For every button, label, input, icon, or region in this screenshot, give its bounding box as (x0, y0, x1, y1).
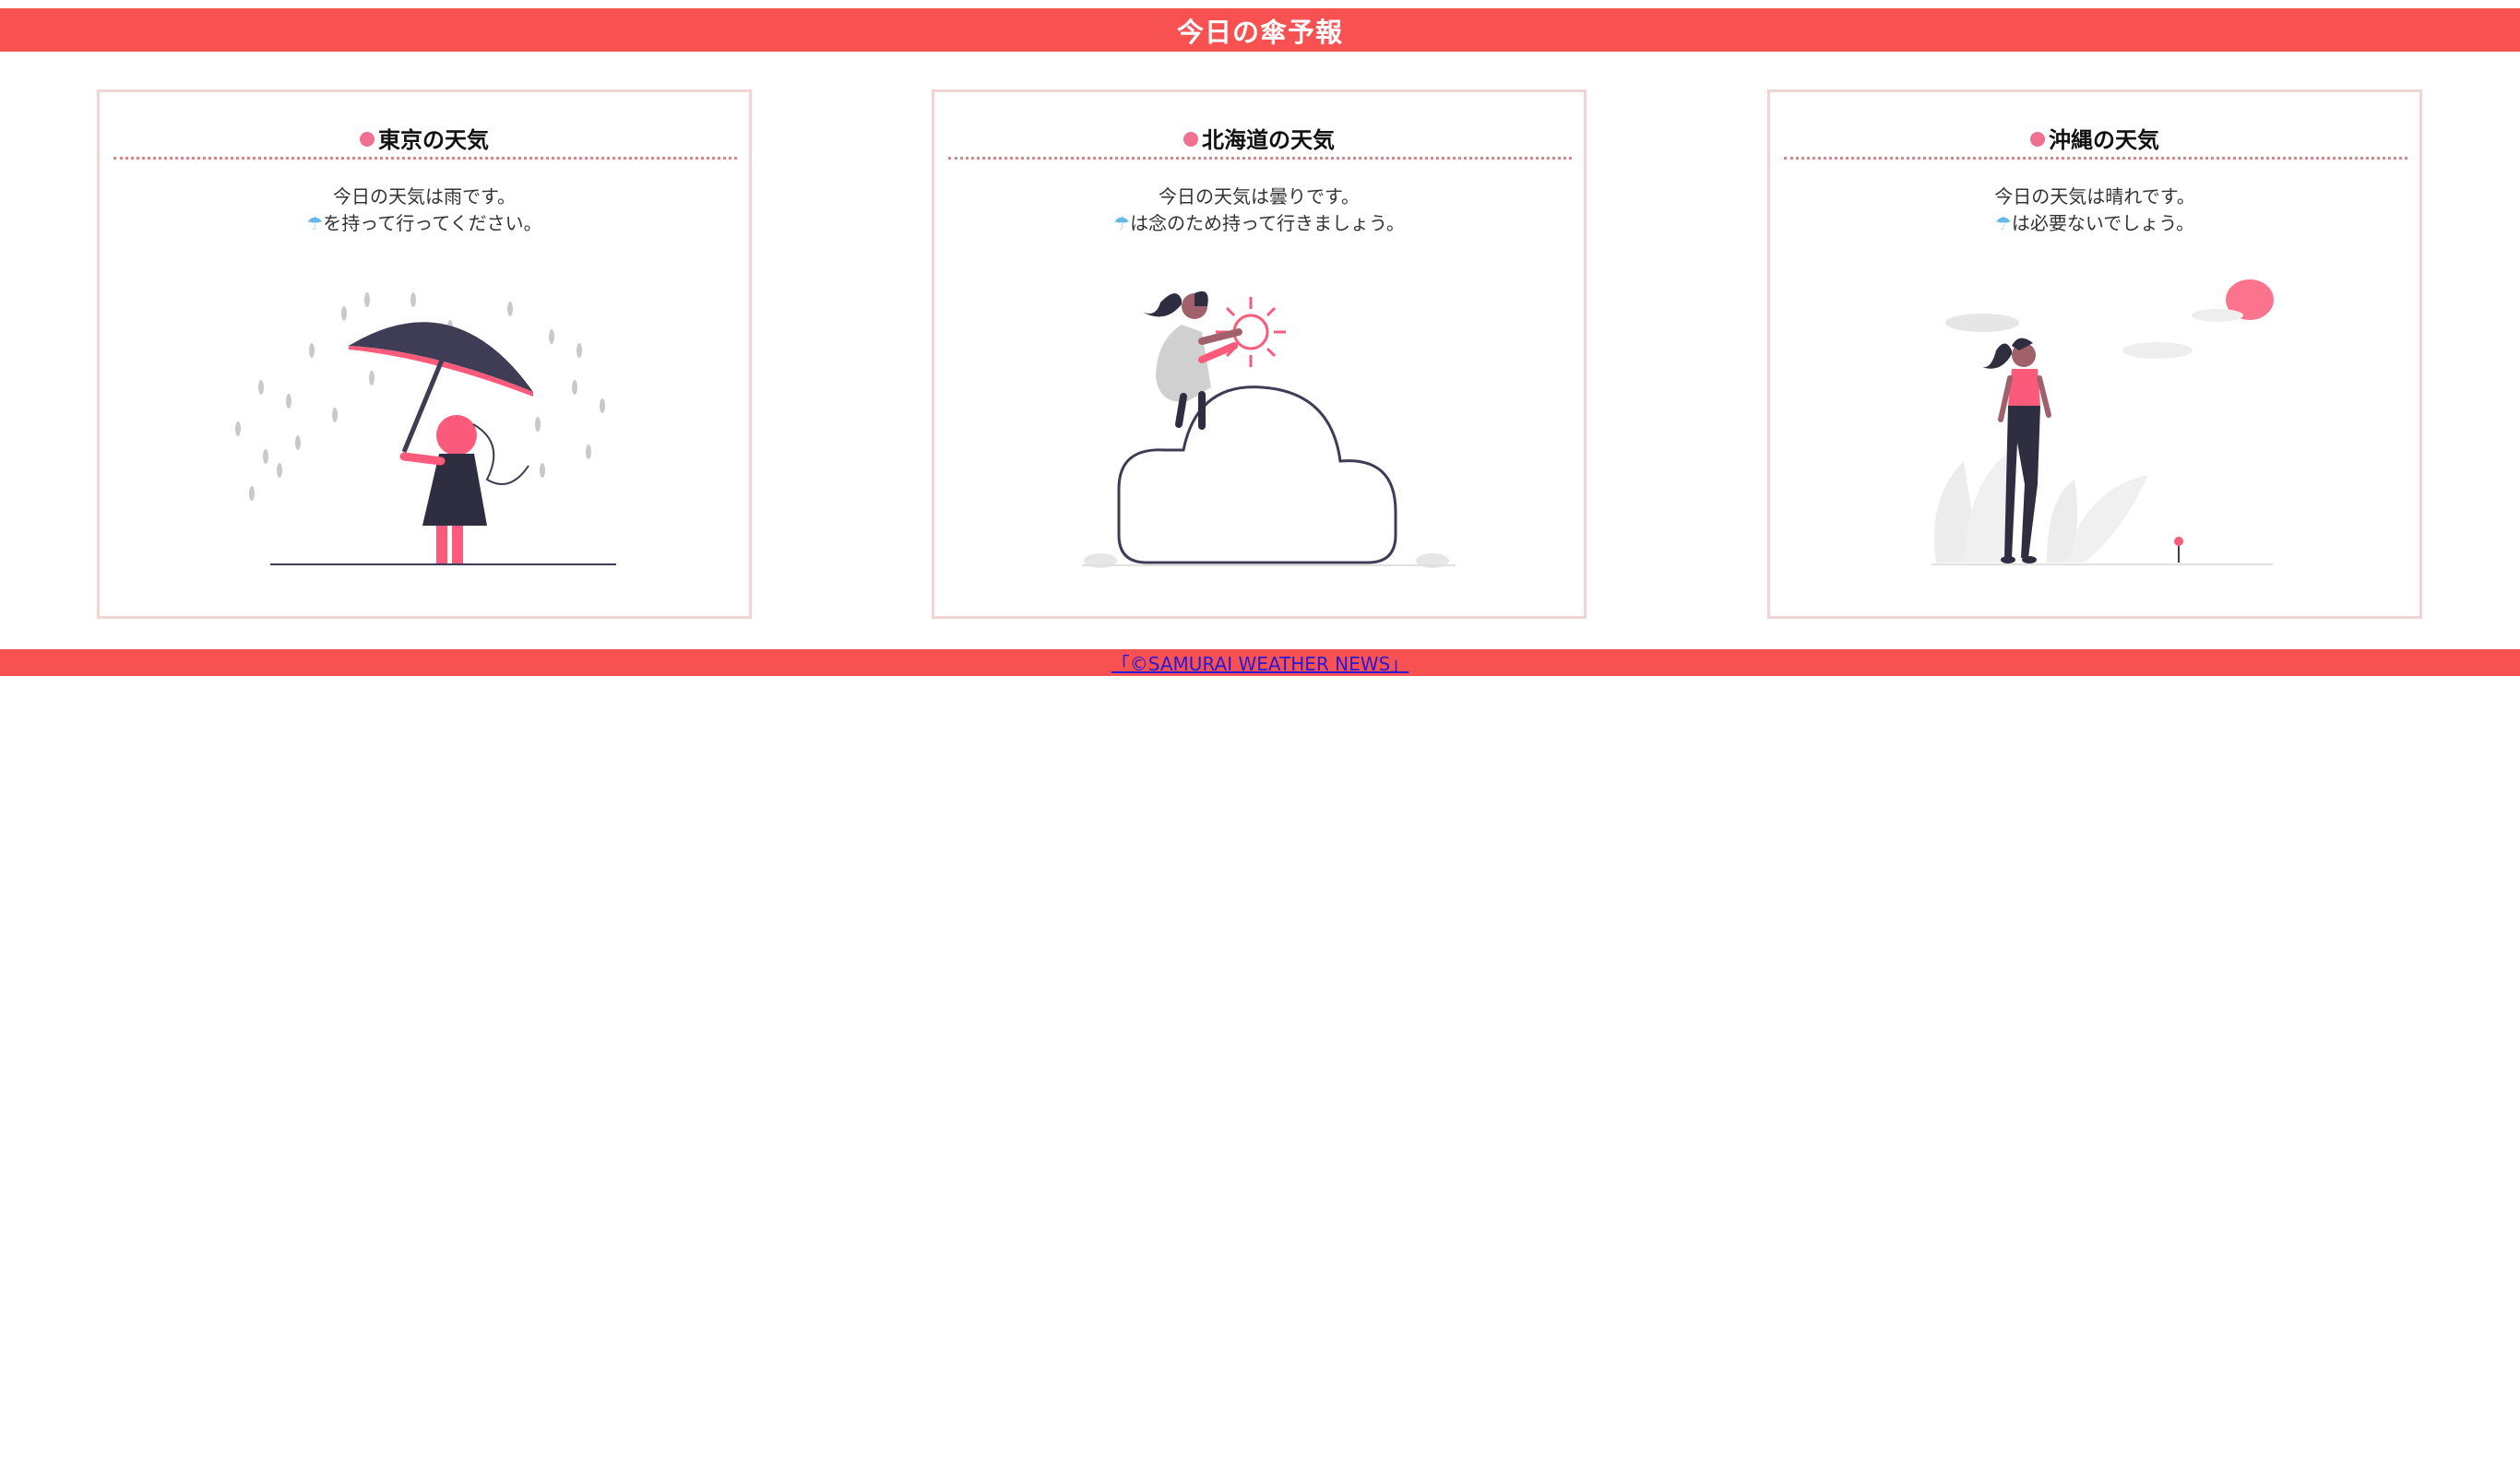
card-title: 東京の天気 (100, 122, 749, 154)
weather-card-tokyo: 東京の天気 今日の天気は雨です。 ☂を持って行ってください。 (97, 89, 752, 619)
dotted-divider (113, 157, 737, 160)
weather-description: 今日の天気は曇りです。 (1159, 185, 1360, 207)
dotted-divider (1784, 157, 2407, 160)
sunny-walk-illustration (1932, 279, 2274, 565)
site-header: 今日の傘予報 (0, 8, 2520, 52)
weather-description: 今日の天気は晴れです。 (1994, 185, 2195, 207)
cloud-sun-illustration (1082, 290, 1456, 568)
umbrella-icon: ☂ (306, 212, 324, 234)
card-title: 北海道の天気 (934, 122, 1584, 154)
weather-card-okinawa: 沖縄の天気 今日の天気は晴れです。 ☂は必要ないでしょう。 (1767, 89, 2422, 619)
weather-description: 今日の天気は雨です。 (333, 185, 516, 207)
bullet-dot-icon (1183, 132, 1198, 147)
umbrella-advice: ☂を持って行ってください。 (100, 208, 749, 235)
bullet-dot-icon (360, 132, 374, 147)
umbrella-advice: ☂は必要ないでしょう。 (1770, 208, 2419, 235)
umbrella-advice-text: は必要ないでしょう。 (2011, 212, 2195, 234)
card-title-text: 沖縄の天気 (2049, 127, 2159, 153)
page-title: 今日の傘予報 (1176, 16, 1343, 48)
umbrella-icon: ☂ (1113, 212, 1131, 234)
weather-card-hokkaido: 北海道の天気 今日の天気は曇りです。 ☂は念のため持って行きましょう。 (932, 89, 1587, 619)
bullet-dot-icon (2030, 132, 2045, 147)
card-title: 沖縄の天気 (1770, 122, 2419, 154)
umbrella-icon: ☂ (1994, 212, 2012, 234)
umbrella-advice: ☂は念のため持って行きましょう。 (934, 208, 1584, 235)
umbrella-advice-text: を持って行ってください。 (323, 212, 542, 234)
umbrella-advice-text: は念のため持って行きましょう。 (1130, 212, 1405, 234)
site-footer: 「©SAMURAI WEATHER NEWS」 (0, 649, 2520, 676)
card-title-text: 北海道の天気 (1202, 127, 1335, 153)
dotted-divider (948, 157, 1572, 160)
copyright-link[interactable]: 「©SAMURAI WEATHER NEWS」 (1111, 649, 1409, 676)
rain-umbrella-illustration (235, 292, 616, 565)
card-title-text: 東京の天気 (378, 127, 489, 153)
